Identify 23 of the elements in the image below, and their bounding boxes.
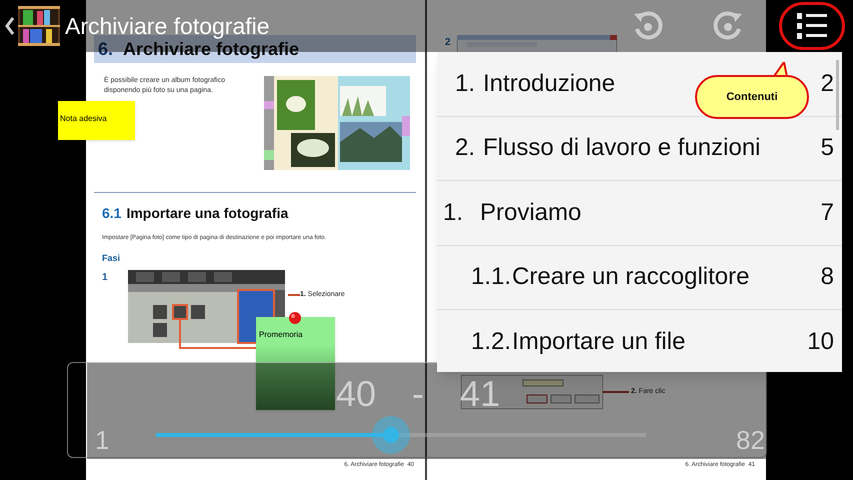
toc-item[interactable]: 1. Proviamo 7: [437, 181, 842, 246]
page-separator: -: [412, 372, 424, 416]
steps-heading: Fasi: [101, 252, 122, 265]
step-number: 2: [445, 36, 451, 50]
bookshelf-icon[interactable]: [17, 4, 61, 48]
min-page-label: 1: [95, 424, 110, 457]
contents-menu-icon[interactable]: [796, 12, 828, 40]
section-number: 6.1: [102, 204, 122, 223]
max-page-label: 82: [736, 424, 765, 457]
toc-item[interactable]: 1.2.Importare un file 10: [437, 310, 842, 374]
scrollbar: [836, 60, 839, 130]
current-page-number: 40: [336, 372, 376, 416]
section-title: Importare una fotografia: [126, 204, 288, 223]
slider-thumb[interactable]: [372, 416, 410, 454]
toc-item[interactable]: 1.1.Creare un raccoglitore 8: [437, 246, 842, 310]
note-text: Promemoria: [259, 330, 303, 339]
leader-line: [288, 294, 300, 296]
back-icon[interactable]: [5, 16, 15, 36]
pushpin-icon: [288, 312, 302, 326]
note-text: Nota adesiva: [60, 114, 107, 123]
step-number: 1: [102, 270, 109, 284]
leader-line: [603, 391, 629, 393]
speech-bubble: Contenuti: [695, 75, 809, 119]
